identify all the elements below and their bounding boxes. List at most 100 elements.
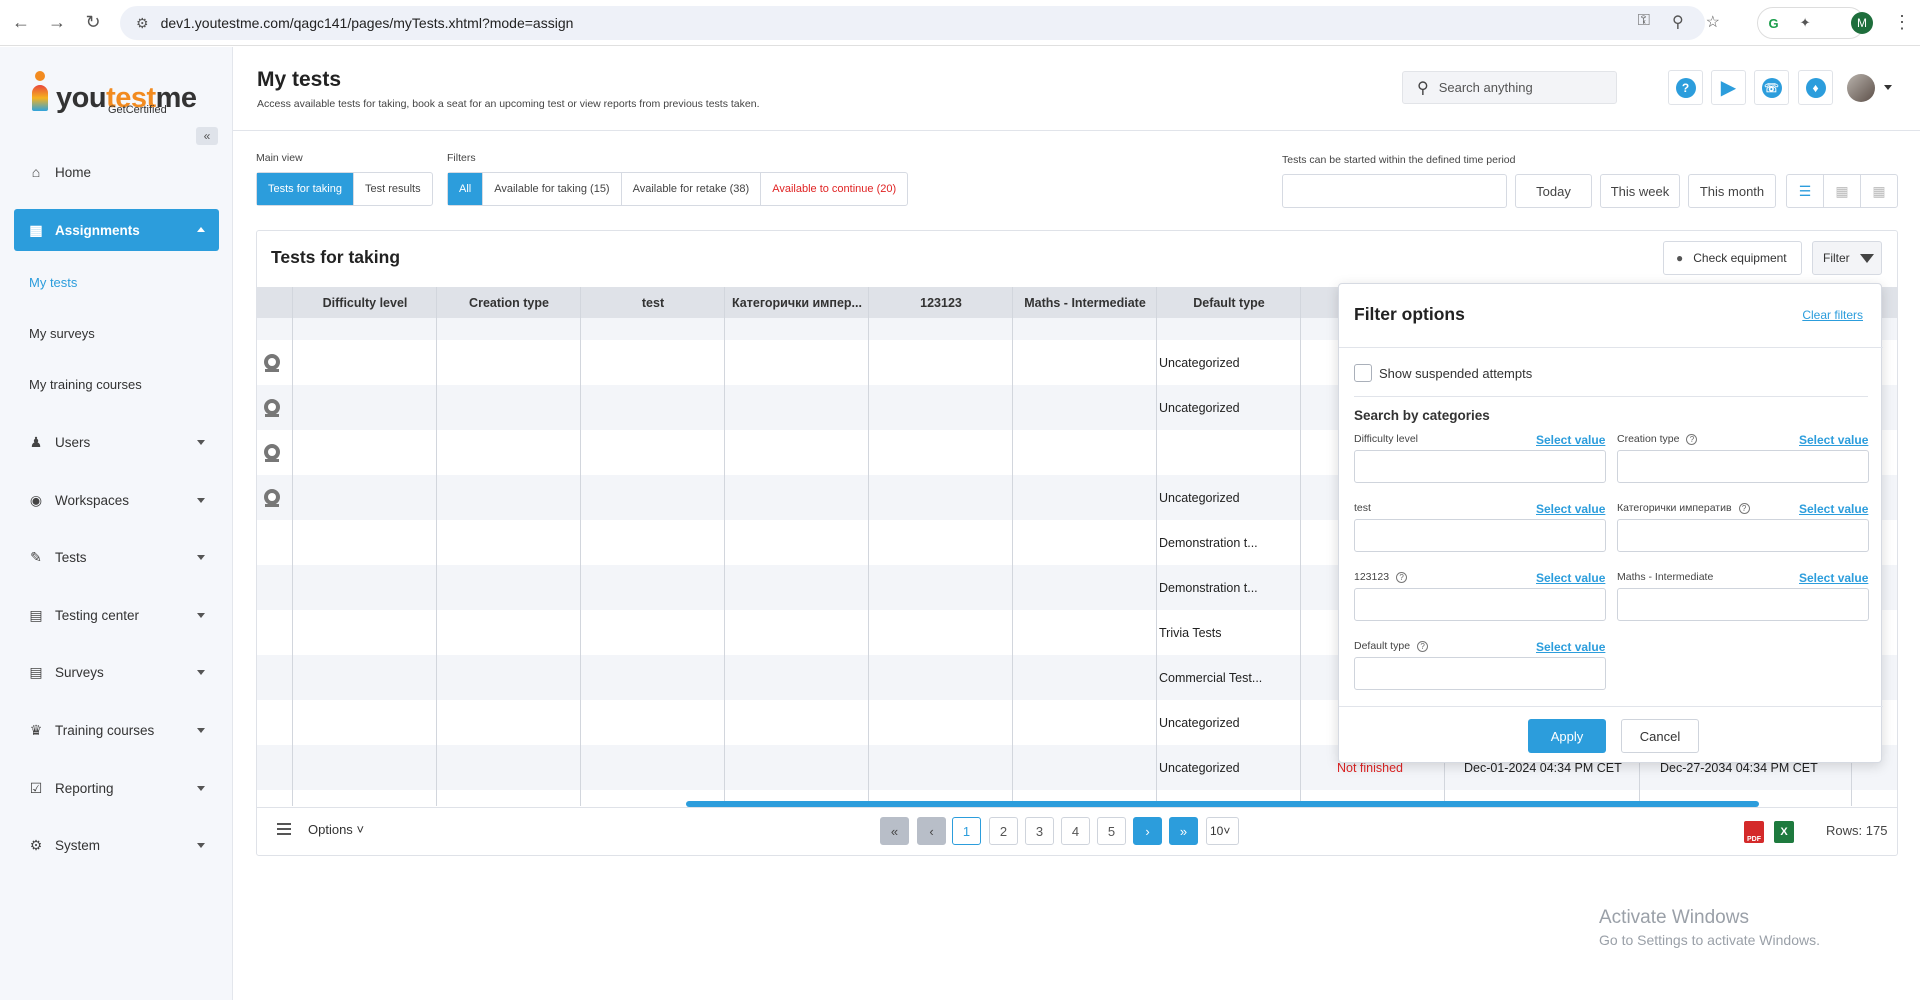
sidebar-item-home[interactable]: ⌂ Home xyxy=(14,151,219,193)
sidebar-item-workspaces[interactable]: ◉ Workspaces xyxy=(14,479,219,521)
filter-available-for-retake[interactable]: Available for retake (38) xyxy=(622,173,762,205)
grid-view-icon[interactable]: ▦ xyxy=(1824,175,1861,207)
pdf-export-icon[interactable]: PDF xyxy=(1744,821,1764,843)
sidebar-item-reporting[interactable]: ☑ Reporting xyxy=(14,767,219,809)
select-value-creation-type[interactable]: Select value xyxy=(1799,433,1868,447)
page-3-button[interactable]: 3 xyxy=(1025,817,1054,845)
play-button[interactable]: ▶ xyxy=(1711,70,1746,105)
back-icon[interactable]: ← xyxy=(6,8,36,38)
next-page-button[interactable]: › xyxy=(1133,817,1162,845)
sidebar-subitem-my-training-courses[interactable]: My training courses xyxy=(29,377,142,392)
this-week-button[interactable]: This week xyxy=(1600,174,1680,208)
tab-test-results[interactable]: Test results xyxy=(354,173,432,205)
home-icon: ⌂ xyxy=(31,164,41,180)
zoom-icon[interactable]: ⚲ xyxy=(1672,12,1684,32)
chevron-down-icon[interactable] xyxy=(1884,85,1892,90)
page-5-button[interactable]: 5 xyxy=(1097,817,1126,845)
site-settings-icon[interactable]: ⚙ xyxy=(136,15,149,32)
trophy-icon: ♛ xyxy=(29,721,43,738)
global-search-input[interactable]: ⚲ Search anything xyxy=(1402,71,1617,104)
column-header-123123[interactable]: 123123 xyxy=(869,287,1013,318)
browser-menu-icon[interactable]: ⋮ xyxy=(1893,12,1911,33)
extensions-puzzle-icon[interactable]: ✦ xyxy=(1800,15,1811,31)
sidebar-item-surveys[interactable]: ▤ Surveys xyxy=(14,651,219,693)
sidebar-item-tests[interactable]: ✎ Tests xyxy=(14,536,219,578)
column-header-creation-type[interactable]: Creation type xyxy=(437,287,581,318)
grammarly-icon[interactable]: G xyxy=(1768,16,1778,31)
address-bar[interactable]: ⚙ dev1.youtestme.com/qagc141/pages/myTes… xyxy=(120,6,1705,40)
sidebar-item-training-courses[interactable]: ♛ Training courses xyxy=(14,709,219,751)
excel-export-icon[interactable]: X xyxy=(1774,821,1794,843)
check-equipment-button[interactable]: ● Check equipment xyxy=(1663,241,1802,275)
first-page-button[interactable]: « xyxy=(880,817,909,845)
column-menu-icon[interactable] xyxy=(277,823,291,835)
tab-tests-for-taking[interactable]: Tests for taking xyxy=(257,173,354,205)
apply-button[interactable]: Apply xyxy=(1528,719,1606,753)
sidebar-subitem-my-tests[interactable]: My tests xyxy=(29,275,77,290)
password-key-icon[interactable]: ⚿ xyxy=(1638,12,1650,32)
notifications-button[interactable]: ♦ xyxy=(1798,70,1833,105)
cancel-button[interactable]: Cancel xyxy=(1621,719,1699,753)
select-value-maths-intermediate[interactable]: Select value xyxy=(1799,571,1868,585)
this-month-button[interactable]: This month xyxy=(1688,174,1776,208)
browser-profile-avatar[interactable]: M xyxy=(1851,12,1873,34)
column-header-default-type[interactable]: Default type xyxy=(1157,287,1301,318)
bookmark-star-icon[interactable]: ☆ xyxy=(1706,12,1720,32)
filter-all[interactable]: All xyxy=(448,173,484,205)
select-value-default-type[interactable]: Select value xyxy=(1536,640,1605,654)
page-1-button[interactable]: 1 xyxy=(952,817,981,845)
sidebar-item-testing-center[interactable]: ▤ Testing center xyxy=(14,594,219,636)
bell-icon: ♦ xyxy=(1805,77,1826,98)
column-header-kategorichki[interactable]: Категорички импер... xyxy=(725,287,869,318)
help-button[interactable]: ? xyxy=(1668,70,1703,105)
testing-center-icon: ▤ xyxy=(29,606,43,623)
user-avatar[interactable] xyxy=(1847,74,1875,102)
select-value-test[interactable]: Select value xyxy=(1536,502,1605,516)
kategorichki-field[interactable] xyxy=(1617,519,1869,552)
select-value-kategorichki[interactable]: Select value xyxy=(1799,502,1868,516)
collapse-sidebar-icon[interactable]: « xyxy=(196,127,218,145)
filter-button[interactable]: Filter xyxy=(1812,241,1882,275)
test-field[interactable] xyxy=(1354,519,1606,552)
difficulty-level-field[interactable] xyxy=(1354,450,1606,483)
select-value-123123[interactable]: Select value xyxy=(1536,571,1605,585)
view-mode-toggle: ☰ ▦ ▦ xyxy=(1786,174,1898,208)
maths-intermediate-field[interactable] xyxy=(1617,588,1869,621)
show-suspended-checkbox[interactable] xyxy=(1354,364,1372,382)
workspaces-icon: ◉ xyxy=(29,491,43,508)
field-label-maths-intermediate: Maths - Intermediate xyxy=(1617,571,1714,583)
page-2-button[interactable]: 2 xyxy=(989,817,1018,845)
creation-type-field[interactable] xyxy=(1617,450,1869,483)
sidebar-item-assignments[interactable]: ▦ Assignments xyxy=(14,209,219,251)
column-header-test[interactable]: test xyxy=(581,287,725,318)
sidebar-subitem-my-surveys[interactable]: My surveys xyxy=(29,326,95,341)
help-icon: ? xyxy=(1675,77,1696,98)
select-value-difficulty-level[interactable]: Select value xyxy=(1536,433,1605,447)
chevron-down-icon xyxy=(197,843,205,848)
date-range-input[interactable] xyxy=(1282,174,1507,208)
filter-available-to-continue[interactable]: Available to continue (20) xyxy=(761,173,907,205)
list-view-icon[interactable]: ☰ xyxy=(1787,175,1824,207)
page-size-select[interactable]: 10 ˅ xyxy=(1206,817,1239,845)
column-header-maths-intermediate[interactable]: Maths - Intermediate xyxy=(1013,287,1157,318)
default-type-field[interactable] xyxy=(1354,657,1606,690)
support-button[interactable]: ☏ xyxy=(1754,70,1789,105)
sidebar-item-system[interactable]: ⚙ System xyxy=(14,824,219,866)
filter-available-for-taking[interactable]: Available for taking (15) xyxy=(483,173,622,205)
chevron-down-icon xyxy=(197,670,205,675)
options-dropdown[interactable]: Options ˅ xyxy=(308,822,364,837)
last-page-button[interactable]: » xyxy=(1169,817,1198,845)
today-button[interactable]: Today xyxy=(1515,174,1592,208)
clear-filters-link[interactable]: Clear filters xyxy=(1802,308,1863,322)
chevron-down-icon: ˅ xyxy=(356,822,365,837)
field-123123[interactable] xyxy=(1354,588,1606,621)
footer-divider xyxy=(257,807,1897,808)
reload-icon[interactable]: ↻ xyxy=(78,8,108,38)
calendar-view-icon[interactable]: ▦ xyxy=(1861,175,1897,207)
previous-page-button[interactable]: ‹ xyxy=(917,817,946,845)
sidebar-item-users[interactable]: ♟ Users xyxy=(14,421,219,463)
column-divider xyxy=(581,287,725,806)
forward-icon[interactable]: → xyxy=(42,8,72,38)
page-4-button[interactable]: 4 xyxy=(1061,817,1090,845)
column-header-difficulty-level[interactable]: Difficulty level xyxy=(293,287,437,318)
